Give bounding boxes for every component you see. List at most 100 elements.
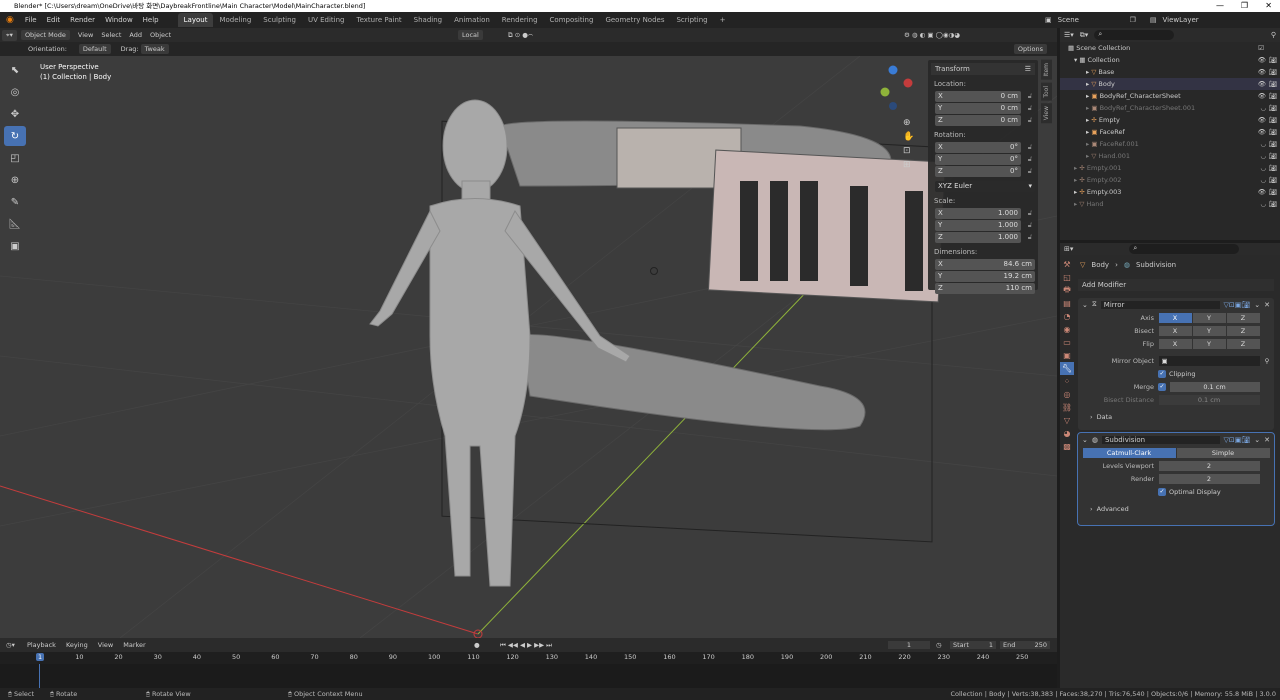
transform-panel-header[interactable]: Transform ☰ bbox=[931, 63, 1035, 75]
options-dropdown[interactable]: Options bbox=[1013, 44, 1047, 54]
tab-modeling[interactable]: Modeling bbox=[213, 13, 257, 27]
texture-tab-icon[interactable]: ▩ bbox=[1060, 440, 1074, 453]
menu-select[interactable]: Select bbox=[101, 31, 121, 39]
ortho-grid-icon[interactable]: ⊞ bbox=[903, 160, 914, 170]
dimensions-x-field[interactable]: X 84.6 cm bbox=[935, 258, 1035, 270]
bisect-y-toggle[interactable]: Y bbox=[1192, 325, 1226, 336]
viewport-gizmo-icons[interactable]: ⚙ ◍ ◐ ▣ ◯◉◑◕ bbox=[904, 31, 960, 39]
optimal-display-checkbox[interactable]: ✓ bbox=[1158, 487, 1166, 496]
merge-distance-field[interactable]: 0.1 cm bbox=[1169, 381, 1260, 392]
collection-row[interactable]: ▾ ▦ Collection 👁︎ 📷︎ bbox=[1060, 54, 1280, 66]
outliner-item-empty[interactable]: ▸ ✢ Empty 👁︎ 📷︎ bbox=[1060, 114, 1280, 126]
outliner-item-body[interactable]: ▸ ▽ Body 👁︎ 📷︎ bbox=[1060, 78, 1280, 90]
editor-type-icon[interactable]: ⊞▾ bbox=[1064, 245, 1073, 253]
copy-scene-icon[interactable]: ❐ bbox=[1130, 16, 1136, 24]
lock-icon[interactable]: 🔓︎ bbox=[1025, 104, 1035, 113]
outliner-search-input[interactable]: ⌕ bbox=[1094, 30, 1175, 40]
location-z-field[interactable]: Z0 cm bbox=[935, 114, 1021, 126]
frame-ruler[interactable]: 1 10 20 30 40 50 60 70 80 90 100 110 120 130 140 150 160… bbox=[0, 652, 1057, 664]
lock-icon[interactable]: 🔓︎ bbox=[1025, 155, 1035, 164]
levels-viewport-field[interactable]: 2 bbox=[1158, 460, 1260, 471]
dimensions-z-field[interactable]: Z 110 cm bbox=[935, 282, 1035, 294]
bisect-z-toggle[interactable]: Z bbox=[1226, 325, 1260, 336]
mode-selector[interactable]: Object Mode bbox=[20, 30, 70, 40]
navigation-gizmo[interactable] bbox=[880, 65, 913, 111]
lock-icon[interactable]: 🔓︎ bbox=[1025, 116, 1035, 125]
pan-hand-icon[interactable]: ✋ bbox=[903, 132, 914, 142]
transform-tool-icon[interactable]: ⊕ bbox=[4, 170, 26, 190]
rotation-z-field[interactable]: Z 0° bbox=[935, 165, 1021, 177]
timeline-track-area[interactable] bbox=[0, 664, 1057, 688]
merge-checkbox[interactable]: ✓ bbox=[1158, 382, 1166, 391]
render-tab-icon[interactable]: ◱ bbox=[1060, 271, 1074, 284]
display-mode-icon[interactable]: ⧉▾ bbox=[1080, 31, 1089, 40]
subdivision-modifier-header[interactable]: ⌄ ◍ Subdivision ▽⊡▣📷︎ ⌄ ✕ bbox=[1078, 433, 1274, 446]
object-tab-icon[interactable]: ▣ bbox=[1060, 349, 1074, 362]
menu-keying[interactable]: Keying bbox=[66, 641, 88, 649]
outliner-item-empty-002[interactable]: ▸ ✢ Empty.002 ◡ 📷︎ bbox=[1060, 174, 1280, 186]
output-tab-icon[interactable]: 🖶︎ bbox=[1060, 284, 1074, 297]
outliner-item-empty-001[interactable]: ▸ ✢ Empty.001 ◡ 📷︎ bbox=[1060, 162, 1280, 174]
location-x-field[interactable]: X0 cm bbox=[935, 90, 1021, 102]
menu-add[interactable]: Add bbox=[129, 31, 142, 39]
data-subpanel[interactable]: › Data bbox=[1078, 410, 1274, 423]
lock-icon[interactable]: 🔓︎ bbox=[1025, 167, 1035, 176]
menu-marker[interactable]: Marker bbox=[123, 641, 145, 649]
axis-x-toggle[interactable]: X bbox=[1158, 312, 1192, 323]
outliner-item-empty-003[interactable]: ▸ ✢ Empty.003 👁︎ 📷︎ bbox=[1060, 186, 1280, 198]
cursor-tool-icon[interactable]: ◎ bbox=[4, 82, 26, 102]
drag-handle-icon[interactable]: ☰ bbox=[1025, 65, 1031, 73]
menu-help[interactable]: Help bbox=[143, 16, 159, 24]
menu-playback[interactable]: Playback bbox=[27, 641, 56, 649]
snap-icon[interactable]: ⧉ ⊙ ●⌒ bbox=[508, 31, 533, 40]
tab-uv-editing[interactable]: UV Editing bbox=[302, 13, 351, 27]
modifier-tab-icon[interactable]: 🔧︎ bbox=[1060, 362, 1074, 375]
tab-scripting[interactable]: Scripting bbox=[670, 13, 713, 27]
tab-geometry-nodes[interactable]: Geometry Nodes bbox=[599, 13, 670, 27]
remove-modifier-icon[interactable]: ✕ bbox=[1264, 301, 1270, 309]
tab-shading[interactable]: Shading bbox=[408, 13, 448, 27]
clipping-checkbox[interactable]: ✓ bbox=[1158, 369, 1166, 378]
rotation-mode-dropdown[interactable]: XYZ Euler ▾ bbox=[935, 180, 1035, 192]
tab-view[interactable]: View bbox=[1041, 103, 1052, 124]
scene-tab-icon[interactable]: ◔ bbox=[1060, 310, 1074, 323]
world-tab-icon[interactable]: ◉ bbox=[1060, 323, 1074, 336]
constraints-tab-icon[interactable]: ⛓︎ bbox=[1060, 401, 1074, 414]
close-window-button[interactable]: ✕ bbox=[1265, 0, 1272, 12]
scale-y-field[interactable]: Y 1.000 bbox=[935, 219, 1021, 231]
select-tool-icon[interactable]: ⬉ bbox=[4, 60, 26, 80]
flip-z-toggle[interactable]: Z bbox=[1226, 338, 1260, 349]
tab-texture-paint[interactable]: Texture Paint bbox=[351, 13, 408, 27]
scale-tool-icon[interactable]: ◰ bbox=[4, 148, 26, 168]
editor-type-icon[interactable]: ⌖▾ bbox=[2, 29, 17, 41]
tab-rendering[interactable]: Rendering bbox=[496, 13, 544, 27]
measure-tool-icon[interactable]: 📐︎ bbox=[4, 214, 26, 234]
bisect-distance-field[interactable]: 0.1 cm bbox=[1158, 394, 1260, 405]
remove-modifier-icon[interactable]: ✕ bbox=[1264, 436, 1270, 444]
lock-icon[interactable]: 🔓︎ bbox=[1025, 209, 1035, 218]
collapse-icon[interactable]: ⌄ bbox=[1082, 301, 1088, 309]
add-workspace-icon[interactable]: + bbox=[714, 13, 732, 27]
maximize-button[interactable]: ❐ bbox=[1241, 0, 1248, 12]
blender-logo-icon[interactable]: ◉ bbox=[6, 15, 14, 25]
modifier-menu-icon[interactable]: ⌄ bbox=[1254, 436, 1260, 444]
stopwatch-icon[interactable]: ◷ bbox=[936, 641, 942, 649]
start-frame-field[interactable]: Start 1 bbox=[950, 641, 996, 649]
add-cube-tool-icon[interactable]: ▣ bbox=[4, 236, 26, 256]
dimensions-y-field[interactable]: Y 19.2 cm bbox=[935, 270, 1035, 282]
mirror-name-field[interactable]: Mirror bbox=[1100, 300, 1220, 309]
view-layer-tab-icon[interactable]: ▤ bbox=[1060, 297, 1074, 310]
drag-dropdown[interactable]: Tweak bbox=[140, 44, 169, 54]
render-levels-field[interactable]: 2 bbox=[1158, 473, 1260, 484]
3d-viewport[interactable]: User Perspective (1) Collection | Body ⊕… bbox=[0, 56, 1057, 638]
annotate-tool-icon[interactable]: ✎ bbox=[4, 192, 26, 212]
menu-view[interactable]: View bbox=[78, 31, 93, 39]
outliner-item-bodyref[interactable]: ▸ ▣ BodyRef_CharacterSheet 👁︎ 📷︎ bbox=[1060, 90, 1280, 102]
scene-collection-row[interactable]: ▦ Scene Collection ☑ bbox=[1060, 42, 1280, 54]
location-y-field[interactable]: Y0 cm bbox=[935, 102, 1021, 114]
simple-toggle[interactable]: Simple bbox=[1176, 447, 1270, 458]
outliner-item-bodyref-001[interactable]: ▸ ▣ BodyRef_CharacterSheet.001 ◡ 📷︎ bbox=[1060, 102, 1280, 114]
lock-icon[interactable]: 🔓︎ bbox=[1025, 143, 1035, 152]
viewlayer-name[interactable]: ViewLayer bbox=[1163, 16, 1233, 24]
filter-icon[interactable]: ⚲ bbox=[1271, 31, 1276, 39]
